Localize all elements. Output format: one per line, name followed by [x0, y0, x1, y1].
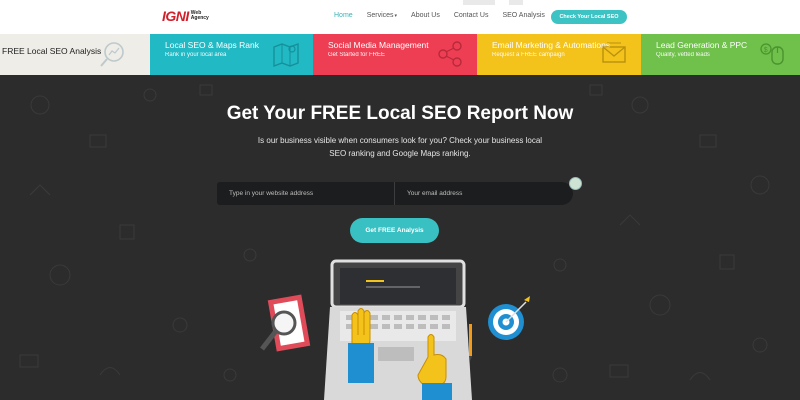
nav-label: About Us	[411, 12, 440, 19]
tile-lead-generation[interactable]: Lead Generation & PPC Quality, vetted le…	[641, 34, 800, 75]
cursor-dollar-icon: $	[760, 43, 784, 65]
tile-title: Local SEO & Maps Rank	[165, 40, 260, 50]
clipboard-illustration	[260, 294, 311, 352]
logo-subtext: Web Agency	[190, 10, 209, 21]
nav-home[interactable]: Home	[334, 12, 353, 19]
nav-contact[interactable]: Contact Us	[454, 12, 489, 19]
tile-title: Social Media Management	[328, 40, 429, 50]
logo[interactable]: IGNI Web Agency	[162, 8, 213, 24]
header-shade	[509, 0, 523, 5]
nav-seo-analysis[interactable]: SEO Analysis	[502, 12, 544, 19]
hero-illustration	[260, 259, 530, 400]
tile-email-marketing[interactable]: Email Marketing & Automations Request a …	[477, 34, 641, 75]
nav-about[interactable]: About Us	[411, 12, 440, 19]
tile-title: Email Marketing & Automations	[492, 40, 611, 50]
envelope-icon	[602, 42, 626, 63]
tile-local-seo-analysis[interactable]: FREE Local SEO Analysis	[0, 34, 150, 75]
tile-social-media[interactable]: Social Media Management Get Started for …	[313, 34, 477, 75]
tile-title: Lead Generation & PPC	[656, 40, 748, 50]
main-nav: Home Services▾ About Us Contact Us SEO A…	[334, 12, 559, 19]
tile-subtitle: Quality, vetted leads	[656, 52, 710, 58]
target-illustration	[488, 296, 530, 340]
magnifier-chart-icon	[100, 42, 124, 67]
tile-subtitle: Request a FREE campaign	[492, 52, 565, 58]
svg-text:$: $	[764, 47, 768, 54]
header-shade	[463, 0, 495, 5]
chevron-down-icon: ▾	[394, 13, 398, 19]
tile-title: FREE Local SEO Analysis	[2, 46, 102, 56]
pencil-illustration	[469, 324, 472, 361]
site-header: IGNI Web Agency Home Services▾ About Us …	[0, 0, 800, 34]
logo-text: IGNI	[162, 8, 189, 24]
nav-label: SEO Analysis	[502, 12, 545, 19]
hero-section: Get Your FREE Local SEO Report Now Is ou…	[0, 75, 800, 400]
check-local-seo-button[interactable]: Check Your Local SEO	[551, 10, 627, 24]
nav-services[interactable]: Services▾	[367, 12, 397, 19]
tile-local-seo-maps[interactable]: Local SEO & Maps Rank Rank in your local…	[150, 34, 313, 75]
nav-label: Services	[366, 12, 394, 19]
nav-label: Contact Us	[453, 12, 489, 19]
nav-label: Home	[334, 12, 353, 19]
tile-subtitle: Get Started for FREE	[328, 52, 386, 58]
service-tiles: FREE Local SEO Analysis Local SEO & Maps…	[0, 34, 800, 75]
map-icon	[273, 42, 299, 68]
laptop-illustration	[324, 259, 472, 400]
tile-subtitle: Rank in your local area	[165, 52, 227, 58]
share-icon	[438, 41, 462, 67]
